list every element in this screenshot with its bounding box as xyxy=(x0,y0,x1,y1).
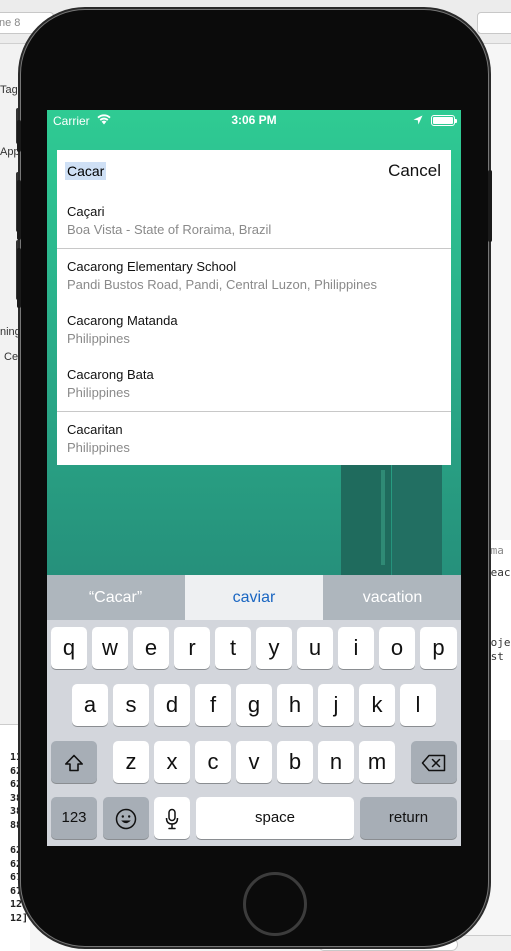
volume-down-button xyxy=(17,248,21,308)
location-arrow-icon xyxy=(413,114,423,128)
search-panel: Cacar Cancel Caçari Boa Vista - State of… xyxy=(57,150,451,465)
dictation-key[interactable] xyxy=(154,797,190,839)
keyboard: “Cacar” caviar vacation q w e r t y u i … xyxy=(47,575,461,846)
home-button[interactable] xyxy=(243,872,307,936)
clock: 3:06 PM xyxy=(231,113,277,127)
key-u[interactable]: u xyxy=(297,627,333,669)
result-title: Cacarong Matanda xyxy=(67,313,178,328)
key-s[interactable]: s xyxy=(113,684,149,726)
suggestion-vacation[interactable]: vacation xyxy=(324,575,461,620)
key-h[interactable]: h xyxy=(277,684,313,726)
shift-key[interactable] xyxy=(51,741,97,783)
emoji-key[interactable] xyxy=(103,797,149,839)
predictive-bar: “Cacar” caviar vacation xyxy=(47,575,461,620)
mute-switch xyxy=(17,120,21,152)
result-title: Cacaritan xyxy=(67,422,123,437)
key-o[interactable]: o xyxy=(379,627,415,669)
result-item[interactable]: Cacarong Bata Philippines xyxy=(57,357,451,411)
cancel-button[interactable]: Cancel xyxy=(388,161,441,181)
return-key[interactable]: return xyxy=(360,797,457,839)
key-v[interactable]: v xyxy=(236,741,272,783)
background-post xyxy=(392,465,442,575)
shift-icon xyxy=(64,749,84,774)
key-t[interactable]: t xyxy=(215,627,251,669)
suggestion-caviar[interactable]: caviar xyxy=(185,575,323,620)
key-n[interactable]: n xyxy=(318,741,354,783)
key-p[interactable]: p xyxy=(420,627,457,669)
console-line: 12] xyxy=(9,912,28,924)
key-d[interactable]: d xyxy=(154,684,190,726)
key-c[interactable]: c xyxy=(195,741,231,783)
delete-key[interactable] xyxy=(411,741,457,783)
result-item[interactable]: Cacarong Elementary School Pandi Bustos … xyxy=(57,249,451,303)
emoji-icon xyxy=(115,805,137,830)
key-f[interactable]: f xyxy=(195,684,231,726)
search-bar: Cacar Cancel xyxy=(57,150,451,194)
battery-icon xyxy=(431,115,457,126)
left-label-tags: Tags xyxy=(0,84,24,96)
suggestion-literal[interactable]: “Cacar” xyxy=(47,575,184,620)
result-title: Caçari xyxy=(67,204,105,219)
key-r[interactable]: r xyxy=(174,627,210,669)
result-subtitle: Pandi Bustos Road, Pandi, Central Luzon,… xyxy=(67,277,378,292)
delete-icon xyxy=(421,749,447,774)
toolbar-field-right[interactable] xyxy=(477,12,511,34)
key-j[interactable]: j xyxy=(318,684,354,726)
numbers-key[interactable]: 123 xyxy=(51,797,97,839)
key-e[interactable]: e xyxy=(133,627,169,669)
microphone-icon xyxy=(165,805,179,830)
status-bar: Carrier 3:06 PM xyxy=(47,110,461,130)
result-title: Cacarong Bata xyxy=(67,367,154,382)
result-item[interactable]: Cacaritan Philippines xyxy=(57,412,451,466)
volume-up-button xyxy=(17,180,21,240)
power-button xyxy=(488,170,492,242)
key-w[interactable]: w xyxy=(92,627,128,669)
key-g[interactable]: g xyxy=(236,684,272,726)
result-subtitle: Philippines xyxy=(67,331,130,346)
search-input[interactable]: Cacar xyxy=(65,162,107,180)
key-a[interactable]: a xyxy=(72,684,108,726)
key-y[interactable]: y xyxy=(256,627,292,669)
key-l[interactable]: l xyxy=(400,684,436,726)
result-title: Cacarong Elementary School xyxy=(67,259,237,274)
key-z[interactable]: z xyxy=(113,741,149,783)
result-item[interactable]: Cacarong Matanda Philippines xyxy=(57,303,451,357)
key-q[interactable]: q xyxy=(51,627,87,669)
key-i[interactable]: i xyxy=(338,627,374,669)
result-item[interactable]: Caçari Boa Vista - State of Roraima, Bra… xyxy=(57,194,451,248)
left-label-ning: ning xyxy=(0,326,21,338)
key-m[interactable]: m xyxy=(359,741,395,783)
key-x[interactable]: x xyxy=(154,741,190,783)
space-key[interactable]: space xyxy=(196,797,354,839)
result-subtitle: Boa Vista - State of Roraima, Brazil xyxy=(67,222,272,237)
result-subtitle: Philippines xyxy=(67,440,130,455)
result-subtitle: Philippines xyxy=(67,385,130,400)
key-k[interactable]: k xyxy=(359,684,395,726)
key-b[interactable]: b xyxy=(277,741,313,783)
phone-screen: Carrier 3:06 PM Cacar Cancel Caçari Boa … xyxy=(47,110,461,846)
background-post-highlight xyxy=(381,470,385,565)
